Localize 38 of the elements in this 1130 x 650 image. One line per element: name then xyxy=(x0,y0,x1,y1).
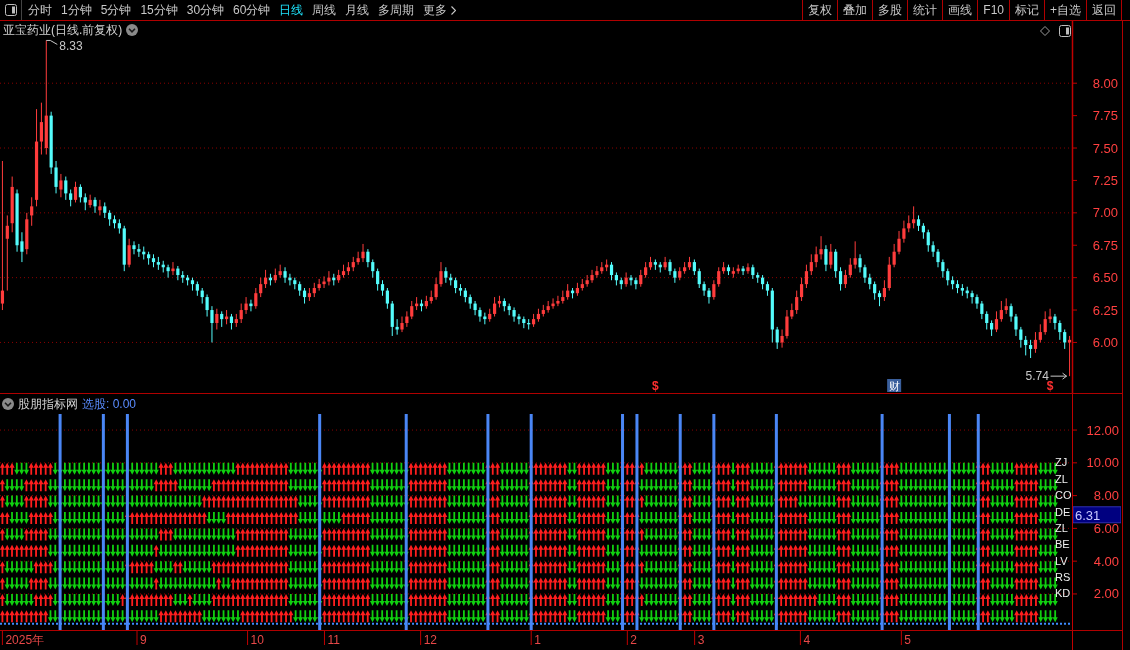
indicator-title: 股朋指标网 xyxy=(18,396,78,412)
axis-label: 1 xyxy=(534,633,541,647)
price-annotation: 8.33 xyxy=(59,39,83,54)
axis-label: 6.00 xyxy=(1092,334,1118,350)
row-label: CO xyxy=(1055,489,1072,502)
row-label: RS xyxy=(1055,571,1071,584)
axis-label: 11 xyxy=(327,633,340,647)
row-label: LV xyxy=(1055,554,1068,567)
row-label: BE xyxy=(1055,538,1070,551)
axis-label: 2 xyxy=(630,633,637,647)
axis-label: 8.00 xyxy=(1093,488,1119,504)
axis-label: 12 xyxy=(423,633,437,647)
axis-label: 3 xyxy=(697,633,705,647)
value-tag: 6.31 xyxy=(1073,506,1121,524)
axis-label: 6.75 xyxy=(1092,237,1118,253)
axis-label: 10.00 xyxy=(1086,455,1119,471)
axis-label: 7.25 xyxy=(1092,172,1118,188)
axis-label: 4 xyxy=(803,633,811,647)
row-label: ZL xyxy=(1055,521,1068,534)
row-label: KD xyxy=(1055,587,1071,600)
row-label: ZJ xyxy=(1055,456,1068,469)
axis-label: 2025年 xyxy=(5,633,45,647)
row-label: ZL xyxy=(1055,472,1068,485)
axis-label: 8.00 xyxy=(1092,75,1118,91)
axis-label: 12.00 xyxy=(1086,422,1119,438)
axis-label: 6.50 xyxy=(1092,270,1118,286)
chart-title: 亚宝药业(日线.前复权) xyxy=(3,22,123,38)
axis-label: 2.00 xyxy=(1093,586,1119,602)
axis-label: 7.75 xyxy=(1092,108,1118,124)
axis-label: 10 xyxy=(250,633,264,647)
axis-label: 7.00 xyxy=(1092,205,1118,221)
axis-label: 4.00 xyxy=(1093,553,1119,569)
axis-label: 9 xyxy=(140,633,147,647)
signal-value: 选股: 0.00 xyxy=(82,396,137,412)
axis-label: 5 xyxy=(904,633,912,647)
axis-label: 6.25 xyxy=(1092,302,1118,318)
axis-label: 7.50 xyxy=(1092,140,1118,156)
row-label: DE xyxy=(1055,505,1071,518)
